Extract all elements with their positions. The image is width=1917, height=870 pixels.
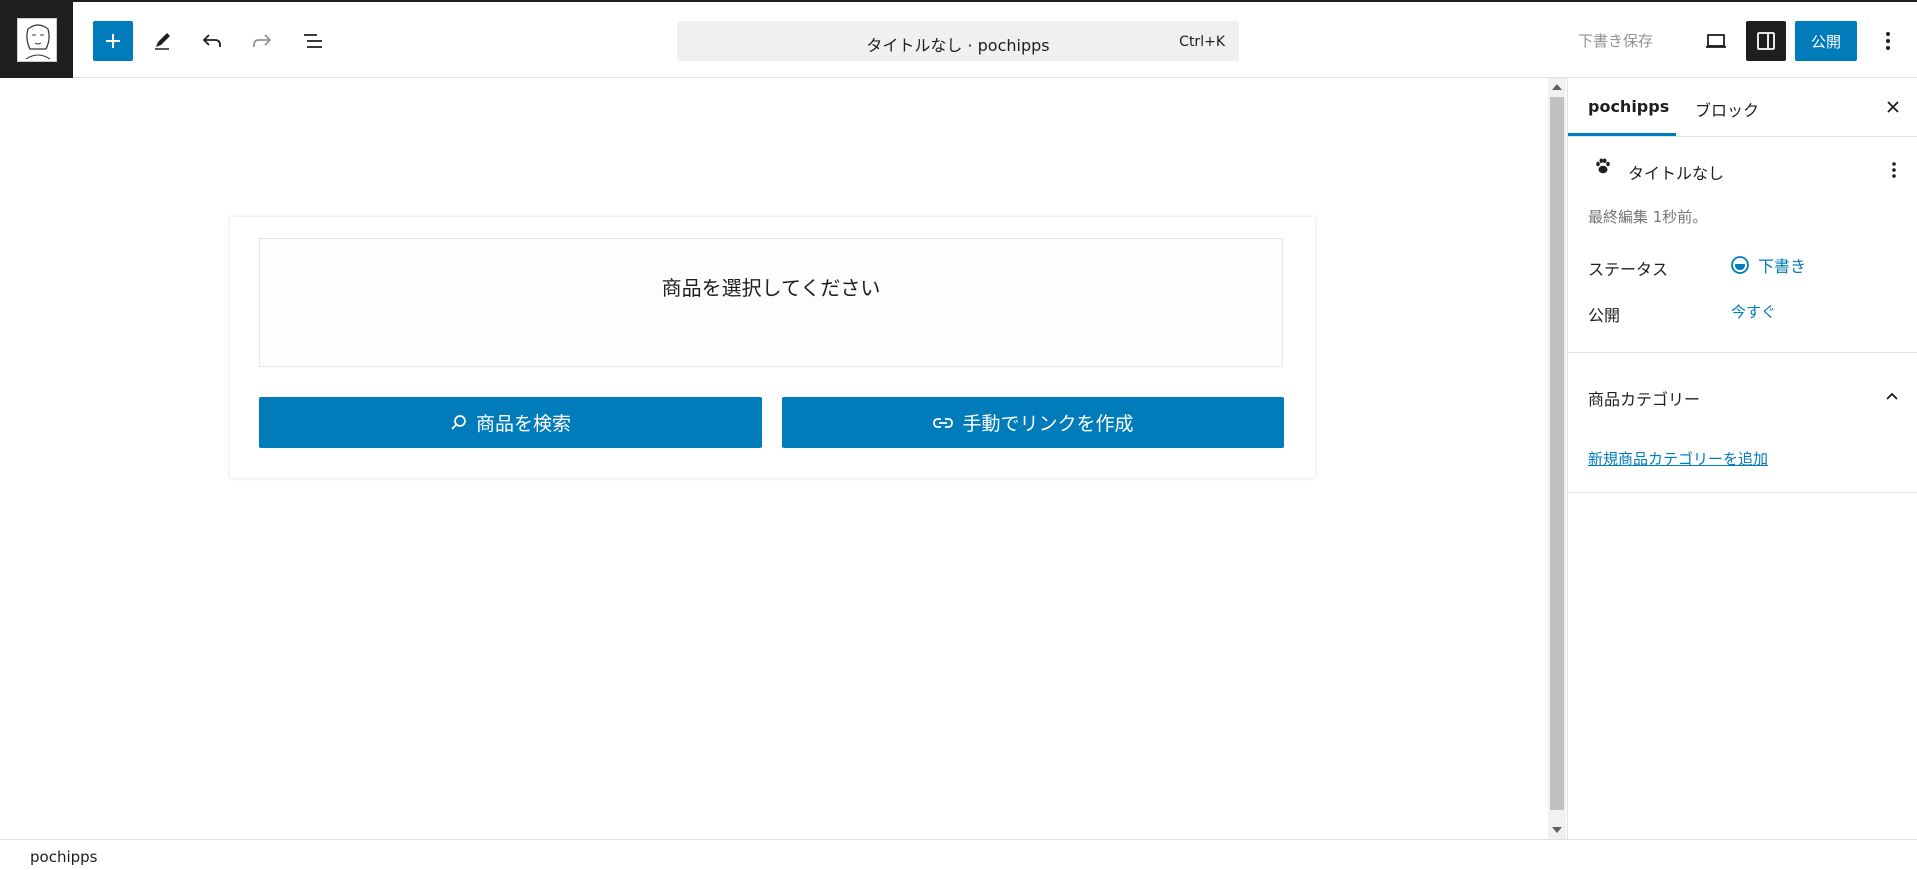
tools-button[interactable] <box>142 21 182 61</box>
more-vertical-icon <box>1886 32 1890 50</box>
redo-button[interactable] <box>242 21 282 61</box>
document-summary-panel: タイトルなし 最終編集 1秒前。 ステータス 下書き 公開 今すぐ <box>1568 137 1917 353</box>
document-title-display: タイトルなし · pochipps <box>866 36 1050 55</box>
document-title: タイトルなし <box>1628 164 1725 183</box>
editor-footer: pochipps <box>0 839 1917 870</box>
more-vertical-icon <box>1892 162 1896 178</box>
undo-button[interactable] <box>192 21 232 61</box>
settings-sidebar: pochipps ブロック タイトルなし 最終編集 1秒前。 ステータス 下書き… <box>1567 78 1917 840</box>
sidebar-icon <box>1757 32 1775 50</box>
site-avatar <box>16 18 57 62</box>
search-icon <box>451 414 466 430</box>
save-draft-button[interactable]: 下書き保存 <box>1578 30 1653 51</box>
product-placeholder: 商品を選択してください <box>259 238 1283 367</box>
plus-icon <box>106 34 120 48</box>
options-button[interactable] <box>1868 21 1908 61</box>
canvas-scrollbar[interactable] <box>1548 78 1566 839</box>
manual-link-button[interactable]: 手動でリンクを作成 <box>782 397 1284 448</box>
undo-icon <box>202 34 221 47</box>
settings-toggle-button[interactable] <box>1746 21 1786 61</box>
scroll-thumb[interactable] <box>1550 97 1564 810</box>
document-overview-button[interactable] <box>293 21 333 61</box>
list-view-icon <box>304 34 322 48</box>
active-tab-indicator <box>1568 133 1676 136</box>
redo-icon <box>253 34 272 47</box>
tab-document[interactable]: pochipps <box>1588 97 1669 116</box>
link-icon <box>933 417 954 428</box>
search-product-label: 商品を検索 <box>475 413 571 435</box>
draft-status-icon <box>1731 256 1749 274</box>
block-inserter-button[interactable] <box>93 21 133 61</box>
pochipps-block[interactable]: 商品を選択してください 商品を検索 手動でリンクを作成 <box>230 217 1315 478</box>
keyboard-shortcut-hint: Ctrl+K <box>1179 34 1225 50</box>
command-palette-bar[interactable]: タイトルなし · pochipps Ctrl+K <box>677 21 1239 61</box>
site-icon-button[interactable] <box>0 2 73 78</box>
chevron-up-icon <box>1886 392 1898 400</box>
close-sidebar-button[interactable] <box>1880 94 1906 120</box>
status-value: 下書き <box>1758 257 1807 276</box>
status-label: ステータス <box>1588 260 1669 279</box>
scroll-down-arrow[interactable] <box>1552 827 1562 833</box>
scroll-up-arrow[interactable] <box>1552 84 1562 90</box>
collapse-panel-button[interactable] <box>1880 384 1904 408</box>
last-edited-text: 最終編集 1秒前。 <box>1588 208 1708 226</box>
placeholder-text: 商品を選択してください <box>661 276 881 300</box>
editor-header: タイトルなし · pochipps Ctrl+K 下書き保存 公開 <box>0 0 1917 78</box>
publish-date-label: 公開 <box>1588 306 1621 325</box>
manual-link-label: 手動でリンクを作成 <box>962 413 1134 435</box>
close-icon <box>1887 101 1899 113</box>
editor-canvas[interactable]: 商品を選択してください 商品を検索 手動でリンクを作成 <box>0 78 1548 839</box>
preview-button[interactable] <box>1696 21 1736 61</box>
search-product-button[interactable]: 商品を検索 <box>259 397 762 448</box>
sidebar-tabs: pochipps ブロック <box>1568 78 1917 137</box>
publish-date-toggle[interactable]: 今すぐ <box>1731 301 1776 322</box>
block-breadcrumb[interactable]: pochipps <box>30 848 97 866</box>
category-panel-title[interactable]: 商品カテゴリー <box>1588 386 1700 410</box>
laptop-icon <box>1706 34 1726 48</box>
pencil-icon <box>155 33 170 50</box>
add-category-link[interactable]: 新規商品カテゴリーを追加 <box>1588 448 1768 469</box>
document-actions-button[interactable] <box>1882 158 1906 182</box>
paw-icon <box>1596 158 1610 174</box>
product-category-panel: 商品カテゴリー 新規商品カテゴリーを追加 <box>1568 354 1917 493</box>
publish-button[interactable]: 公開 <box>1795 21 1857 61</box>
status-toggle[interactable]: 下書き <box>1730 253 1806 277</box>
tab-block[interactable]: ブロック <box>1695 97 1759 121</box>
